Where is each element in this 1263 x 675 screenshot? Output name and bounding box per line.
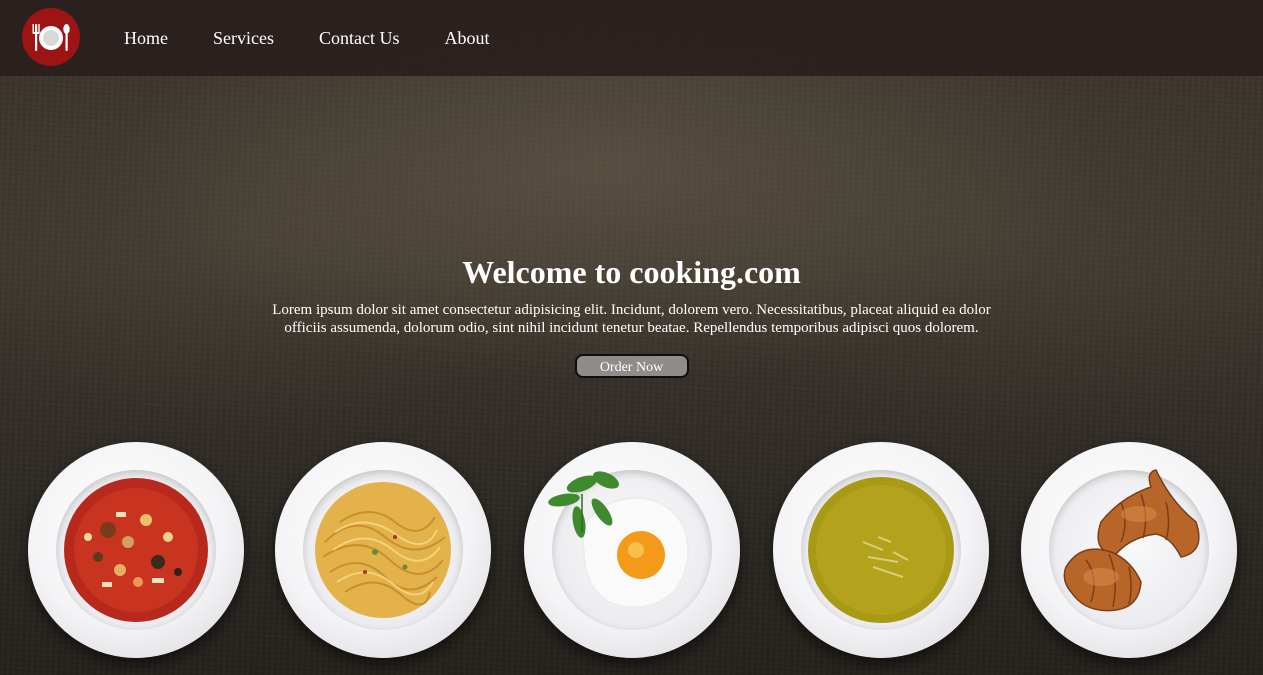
plate-fork-spoon-icon <box>32 24 70 51</box>
hero-title: Welcome to cooking.com <box>462 254 801 290</box>
spaghetti-plate-image <box>275 442 491 658</box>
croissant-plate-image <box>1021 442 1237 658</box>
hero-section: Welcome to cooking.com Lorem ipsum dolor… <box>0 250 1263 378</box>
order-now-button[interactable]: Order Now <box>574 354 689 378</box>
soup-plate-image <box>28 442 244 658</box>
nav-about-link[interactable]: About <box>444 28 489 49</box>
navbar: Home Services Contact Us About <box>0 0 1263 76</box>
fried-egg-plate-image <box>524 442 740 658</box>
nav-links: Home Services Contact Us About <box>124 0 534 76</box>
page: Home Services Contact Us About Welcome t… <box>0 0 1263 675</box>
pea-soup-plate-image <box>773 442 989 658</box>
nav-home-link[interactable]: Home <box>124 28 168 49</box>
logo[interactable] <box>22 8 80 66</box>
nav-services-link[interactable]: Services <box>213 28 274 49</box>
hero-description: Lorem ipsum dolor sit amet consectetur a… <box>272 302 991 336</box>
nav-contact-link[interactable]: Contact Us <box>319 28 400 49</box>
